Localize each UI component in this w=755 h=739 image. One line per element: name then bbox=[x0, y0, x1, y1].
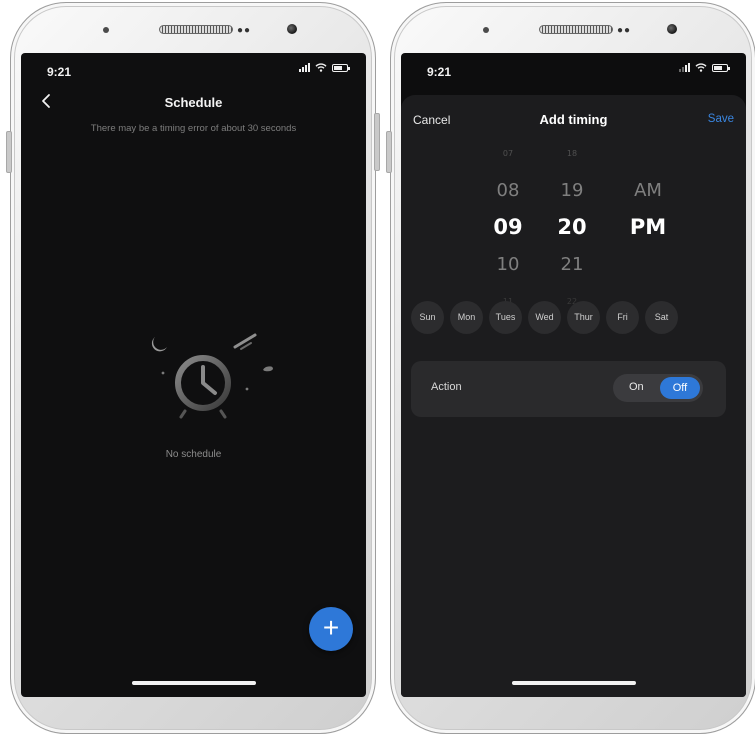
battery-icon bbox=[332, 63, 350, 72]
signal-icon bbox=[299, 63, 310, 72]
proximity-sensor bbox=[103, 27, 109, 33]
wifi-icon bbox=[695, 63, 707, 72]
hour-picker[interactable]: 07 08 09 10 11 bbox=[483, 135, 533, 320]
day-thur[interactable]: Thur bbox=[567, 301, 600, 334]
phone-topbar: ●● bbox=[391, 3, 755, 53]
phone-topbar: ●● bbox=[11, 3, 375, 53]
picker-item: AM bbox=[634, 180, 662, 201]
day-tues[interactable]: Tues bbox=[489, 301, 522, 334]
page-title: Schedule bbox=[164, 95, 223, 110]
picker-item: 19 bbox=[560, 180, 584, 201]
minute-picker[interactable]: 18 19 20 21 22 bbox=[547, 135, 597, 320]
add-timing-sheet: Cancel Add timing Save 07 08 09 10 11 18… bbox=[401, 95, 746, 697]
weekday-selector: Sun Mon Tues Wed Thur Fri Sat bbox=[411, 301, 678, 334]
status-time: 9:21 bbox=[47, 65, 72, 79]
action-label: Action bbox=[431, 381, 462, 393]
day-sat[interactable]: Sat bbox=[645, 301, 678, 334]
stage: ●● 9:21 Schedule There may be a timing e… bbox=[0, 0, 755, 739]
alarm-clock-icon bbox=[151, 333, 273, 419]
phone-frame-left: ●● 9:21 Schedule There may be a timing e… bbox=[6, 2, 380, 734]
picker-item: 07 bbox=[502, 149, 514, 158]
schedule-screen: 9:21 Schedule There may be a timing erro… bbox=[21, 53, 366, 697]
day-sun[interactable]: Sun bbox=[411, 301, 444, 334]
earpiece-speaker bbox=[539, 25, 613, 34]
action-card: Action On Off bbox=[411, 361, 726, 417]
sensor-dots: ●● bbox=[617, 25, 632, 36]
status-icons bbox=[299, 63, 350, 72]
period-picker[interactable]: AM PM bbox=[623, 172, 673, 246]
picker-item: 10 bbox=[496, 254, 520, 275]
home-indicator bbox=[511, 681, 636, 685]
day-fri[interactable]: Fri bbox=[606, 301, 639, 334]
volume-button bbox=[6, 131, 12, 173]
sensor-dots: ●● bbox=[237, 25, 252, 36]
battery-icon bbox=[712, 63, 730, 72]
proximity-sensor bbox=[483, 27, 489, 33]
picker-item-selected: 20 bbox=[557, 215, 587, 239]
picker-item: 08 bbox=[496, 180, 520, 201]
save-button[interactable]: Save bbox=[708, 113, 734, 125]
home-indicator bbox=[131, 681, 256, 685]
sheet-title: Add timing bbox=[539, 112, 608, 127]
power-button bbox=[374, 113, 380, 171]
timing-note: There may be a timing error of about 30 … bbox=[90, 123, 297, 134]
front-camera bbox=[287, 24, 297, 34]
volume-button bbox=[386, 131, 392, 173]
empty-state-text: No schedule bbox=[165, 449, 222, 460]
earpiece-speaker bbox=[159, 25, 233, 34]
add-schedule-button[interactable]: + bbox=[309, 607, 353, 651]
picker-item: 21 bbox=[560, 254, 584, 275]
add-timing-screen: 9:21 Cancel Add timing Save 07 08 09 10 … bbox=[401, 53, 746, 697]
moon-icon bbox=[151, 337, 167, 352]
plus-icon: + bbox=[322, 612, 340, 643]
front-camera bbox=[667, 24, 677, 34]
phone-frame-right: ●● 9:21 Cancel Add timing Save 07 08 09 … bbox=[386, 2, 755, 734]
wifi-icon bbox=[315, 63, 327, 72]
toggle-on-option[interactable]: On bbox=[629, 381, 644, 393]
day-wed[interactable]: Wed bbox=[528, 301, 561, 334]
picker-item: 18 bbox=[566, 149, 578, 158]
picker-item-selected: 09 bbox=[493, 215, 523, 239]
day-mon[interactable]: Mon bbox=[450, 301, 483, 334]
picker-item-selected: PM bbox=[629, 215, 667, 239]
status-time: 9:21 bbox=[427, 65, 452, 79]
action-toggle[interactable]: On Off bbox=[613, 374, 703, 402]
signal-icon bbox=[679, 63, 690, 72]
toggle-off-option[interactable]: Off bbox=[660, 377, 700, 399]
status-icons bbox=[679, 63, 730, 72]
